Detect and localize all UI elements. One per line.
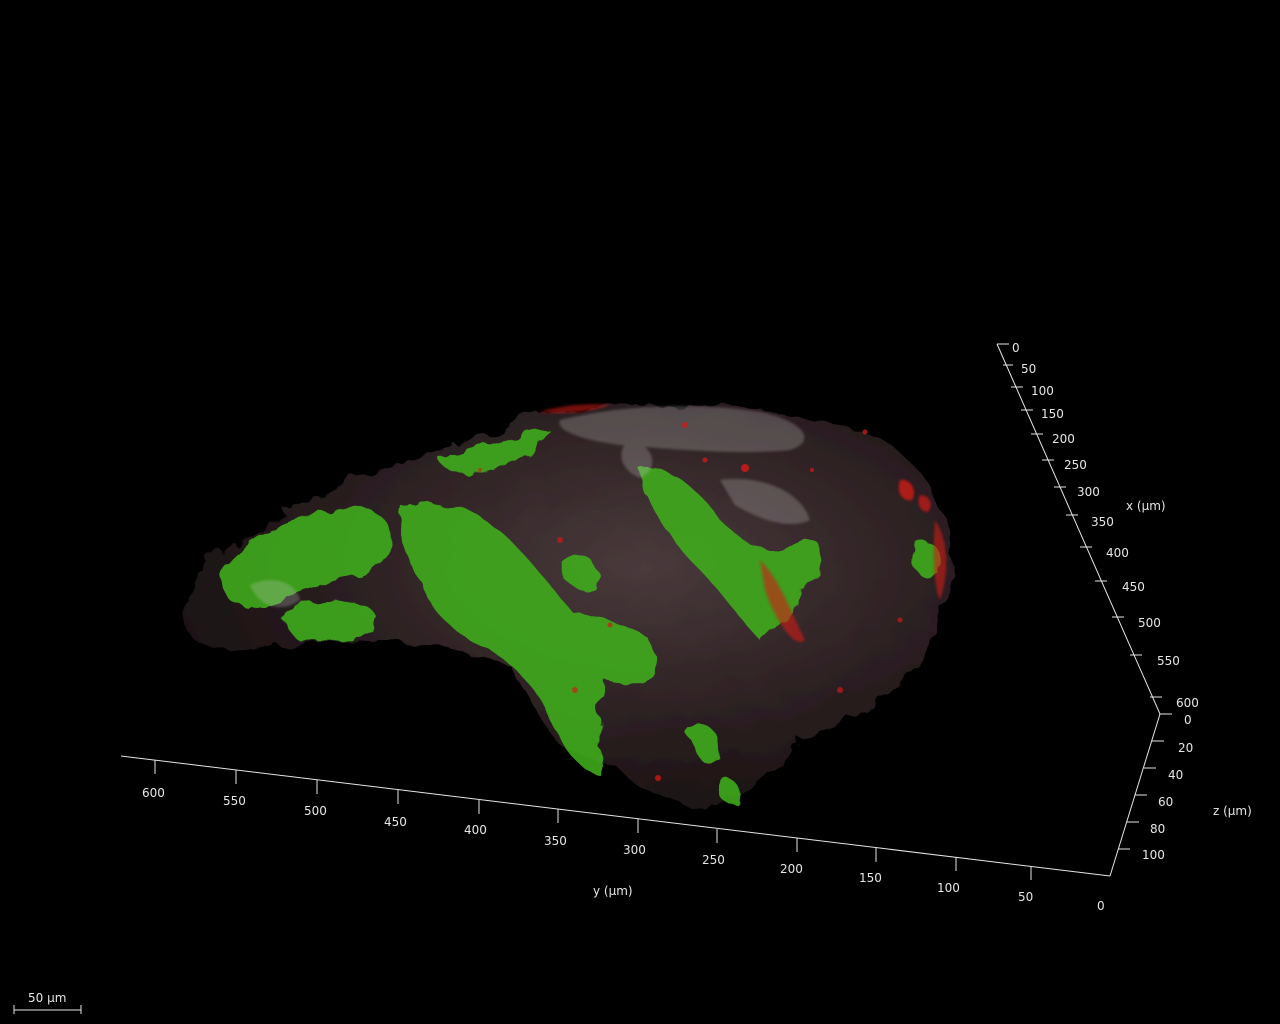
x-tick-label: 400 xyxy=(1106,546,1129,560)
volume-scene[interactable]: 0 50 100 150 200 250 300 350 400 450 500… xyxy=(0,0,1280,1024)
y-tick-label: 300 xyxy=(623,843,646,857)
x-axis-labels: 0 50 100 150 200 250 300 350 400 450 500… xyxy=(1012,341,1199,710)
y-axis-title: y (µm) xyxy=(593,884,633,898)
y-tick-label: 400 xyxy=(464,823,487,837)
z-axis-labels: 0 20 40 60 80 100 z (µm) xyxy=(1142,713,1252,862)
scale-bar: 50 µm xyxy=(13,991,82,1014)
x-tick-label: 350 xyxy=(1091,515,1114,529)
z-tick-label: 80 xyxy=(1150,822,1165,836)
z-tick-label: 0 xyxy=(1184,713,1192,727)
x-axis xyxy=(996,343,1162,715)
z-axis-title: z (µm) xyxy=(1213,804,1252,818)
x-tick-label: 150 xyxy=(1041,407,1064,421)
scale-bar-label: 50 µm xyxy=(28,991,66,1005)
y-tick-label: 600 xyxy=(142,786,165,800)
x-tick-label: 600 xyxy=(1176,696,1199,710)
x-axis-title: x (µm) xyxy=(1126,499,1166,513)
z-tick-label: 60 xyxy=(1158,795,1173,809)
x-tick-label: 450 xyxy=(1122,580,1145,594)
tissue-volume xyxy=(184,403,951,807)
y-axis-line xyxy=(120,755,1111,877)
y-tick-label: 250 xyxy=(702,853,725,867)
z-tick-label: 40 xyxy=(1168,768,1183,782)
x-tick-label: 200 xyxy=(1052,432,1075,446)
y-tick-label: 150 xyxy=(859,871,882,885)
y-axis xyxy=(120,755,1111,880)
z-tick-label: 100 xyxy=(1142,848,1165,862)
x-tick-label: 300 xyxy=(1077,485,1100,499)
x-axis-line xyxy=(996,343,1161,715)
y-tick-label: 350 xyxy=(544,834,567,848)
render-viewport[interactable]: 0 50 100 150 200 250 300 350 400 450 500… xyxy=(0,0,1280,1024)
y-tick-label: 100 xyxy=(937,881,960,895)
y-tick-label: 550 xyxy=(223,794,246,808)
y-tick-label: 200 xyxy=(780,862,803,876)
x-tick-label: 500 xyxy=(1138,616,1161,630)
x-tick-label: 0 xyxy=(1012,341,1020,355)
x-tick-label: 550 xyxy=(1157,654,1180,668)
y-tick-label: 0 xyxy=(1097,899,1105,913)
y-tick-label: 500 xyxy=(304,804,327,818)
y-axis-labels: 600 550 500 450 400 350 300 250 200 150 … xyxy=(142,786,1105,913)
y-tick-label: 50 xyxy=(1018,890,1033,904)
x-tick-label: 250 xyxy=(1064,458,1087,472)
z-tick-label: 20 xyxy=(1178,741,1193,755)
x-tick-label: 50 xyxy=(1021,362,1036,376)
x-tick-label: 100 xyxy=(1031,384,1054,398)
tissue-shadow xyxy=(300,645,524,735)
y-tick-label: 450 xyxy=(384,815,407,829)
